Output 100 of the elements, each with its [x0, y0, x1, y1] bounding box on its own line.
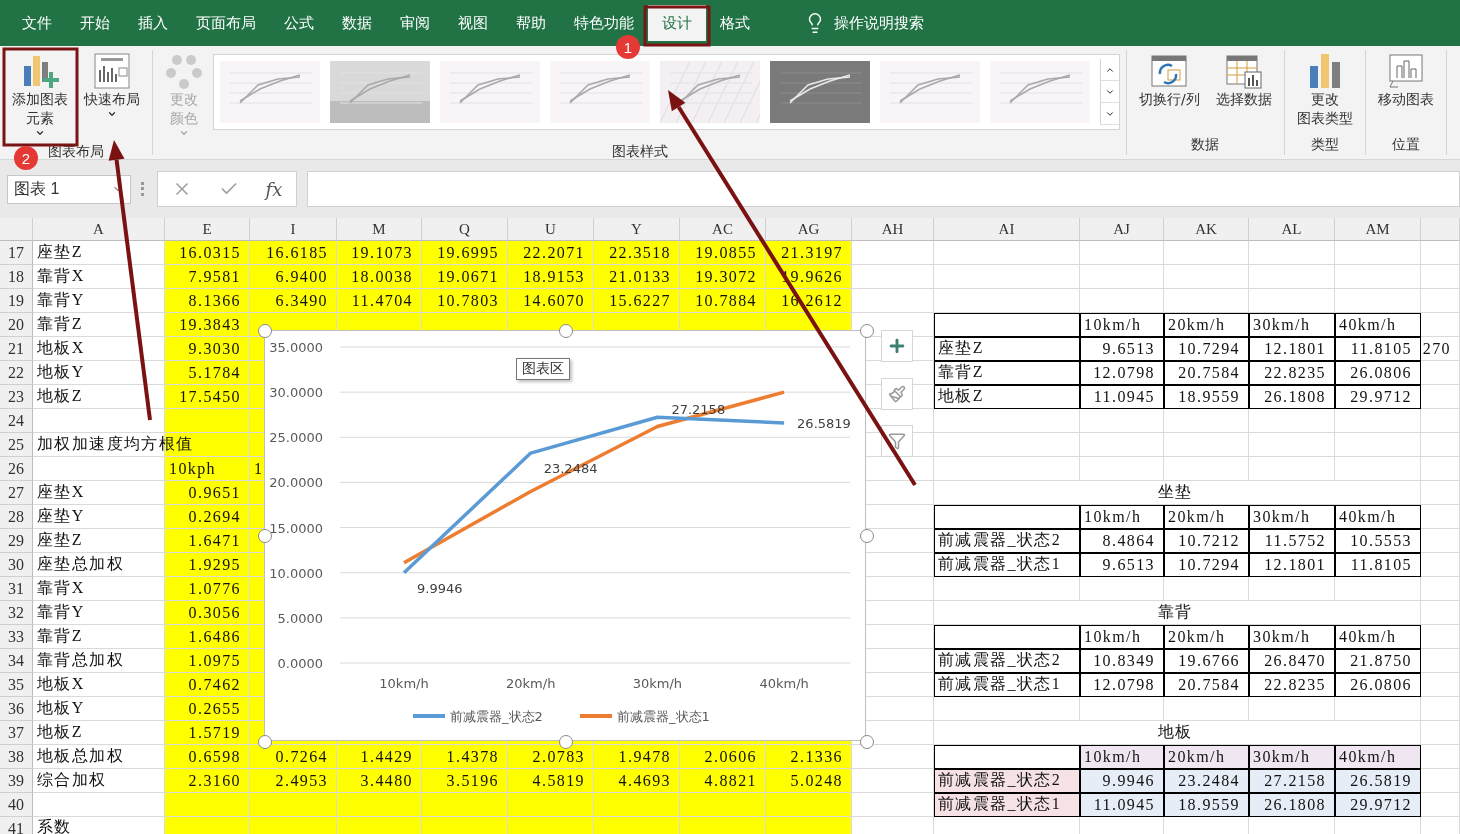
column-header[interactable]: AK	[1164, 218, 1249, 241]
row-number[interactable]: 36	[0, 697, 33, 721]
column-header[interactable]: Q	[422, 218, 508, 241]
select-all-button[interactable]	[0, 218, 33, 241]
ribbon-button[interactable]: 更改 图表类型	[1290, 50, 1359, 130]
name-box[interactable]: 图表 1	[7, 174, 131, 204]
ribbon-tab[interactable]: 审阅	[386, 5, 444, 41]
row-number[interactable]: 24	[0, 409, 33, 433]
table-cell: 0.2694	[165, 505, 250, 529]
column-header[interactable]	[1421, 218, 1460, 241]
column-header[interactable]: AG	[766, 218, 852, 241]
row-number[interactable]: 18	[0, 265, 33, 289]
row-number[interactable]: 31	[0, 577, 33, 601]
ribbon-tab[interactable]: 帮助	[502, 5, 560, 41]
row-number[interactable]: 19	[0, 289, 33, 313]
table-cell: 14.6070	[508, 289, 594, 313]
row-number[interactable]: 33	[0, 625, 33, 649]
ribbon-tab[interactable]: 页面布局	[182, 5, 270, 41]
row-number[interactable]: 20	[0, 313, 33, 337]
ribbon-button[interactable]: 移动图表	[1371, 50, 1440, 111]
table-cell: 1.5719	[165, 721, 250, 745]
table-cell: 靠背Z	[33, 625, 165, 649]
ribbon-tab[interactable]: 数据	[328, 5, 386, 41]
ribbon-tab[interactable]: 开始	[66, 5, 124, 41]
chart-style-thumbnail[interactable]	[770, 61, 870, 123]
table-cell: 地板X	[33, 673, 165, 697]
chart-elements-button[interactable]	[881, 330, 913, 362]
ribbon-button[interactable]: 快速布局	[78, 50, 146, 121]
row-number[interactable]: 21	[0, 337, 33, 361]
search-field[interactable]: 操作说明搜索	[834, 13, 924, 33]
table-cell: 17.5450	[165, 385, 250, 409]
column-header[interactable]: AC	[680, 218, 766, 241]
table-cell: 12.0798	[1080, 361, 1164, 385]
ribbon-tab[interactable]: 视图	[444, 5, 502, 41]
group-label: 类型	[1310, 135, 1339, 154]
table-cell: 11.8105	[1335, 553, 1421, 577]
ribbon-button[interactable]: 选择数据	[1209, 50, 1278, 111]
row-number[interactable]: 38	[0, 745, 33, 769]
insert-function-button[interactable]: fx	[265, 178, 283, 200]
row-number[interactable]: 29	[0, 529, 33, 553]
chart-style-thumbnail[interactable]	[990, 61, 1090, 123]
formula-input[interactable]	[307, 171, 1460, 207]
chart-style-thumbnail[interactable]	[880, 61, 980, 123]
column-header[interactable]: Y	[594, 218, 680, 241]
table-cell: 4.4693	[594, 769, 680, 793]
row-number[interactable]: 25	[0, 433, 33, 457]
table-cell: 18.9559	[1164, 793, 1249, 817]
table-cell: 10km/h	[1080, 505, 1164, 529]
chart-styles-button[interactable]	[881, 378, 913, 410]
table-cell: 40km/h	[1335, 505, 1421, 529]
chart-style-thumbnail[interactable]	[220, 61, 320, 123]
highlight-frame	[643, 5, 711, 47]
chart-style-thumbnail[interactable]	[330, 61, 430, 123]
ribbon-tab[interactable]: 文件	[8, 5, 66, 41]
row-number[interactable]: 22	[0, 361, 33, 385]
chart-style-thumbnail[interactable]	[550, 61, 650, 123]
column-header[interactable]: M	[337, 218, 422, 241]
row-number[interactable]: 23	[0, 385, 33, 409]
table-cell: 1.6471	[165, 529, 250, 553]
table-cell: 10km/h	[1080, 313, 1164, 337]
row-number[interactable]: 40	[0, 793, 33, 817]
row-number[interactable]: 17	[0, 241, 33, 265]
column-header[interactable]: AI	[934, 218, 1080, 241]
row-number[interactable]: 37	[0, 721, 33, 745]
column-header[interactable]: AM	[1335, 218, 1421, 241]
ribbon-button[interactable]: 添加图表 元素	[6, 50, 74, 140]
table-cell: 0.6598	[165, 745, 250, 769]
ribbon-tab[interactable]: 插入	[124, 5, 182, 41]
column-header[interactable]: AJ	[1080, 218, 1164, 241]
chart-style-thumbnail[interactable]	[440, 61, 540, 123]
row-number[interactable]: 26	[0, 457, 33, 481]
axis-label: 0.0000	[277, 656, 323, 671]
table-cell: 19.0855	[680, 241, 766, 265]
ribbon-tab[interactable]: 设计	[648, 5, 706, 41]
table-cell: 29.9712	[1335, 793, 1421, 817]
table-cell: 22.2071	[508, 241, 594, 265]
data-label: 26.5819	[797, 416, 851, 431]
column-header[interactable]: U	[508, 218, 594, 241]
column-header[interactable]: AH	[852, 218, 934, 241]
chart-style-thumbnail[interactable]	[660, 61, 760, 123]
column-header[interactable]: AL	[1249, 218, 1335, 241]
ribbon-tab[interactable]: 格式	[706, 5, 764, 41]
row-number[interactable]: 34	[0, 649, 33, 673]
table-cell: 19.3072	[680, 265, 766, 289]
column-header[interactable]: I	[250, 218, 337, 241]
column-header[interactable]: A	[33, 218, 165, 241]
table-cell: 12.1801	[1249, 553, 1335, 577]
row-number[interactable]: 27	[0, 481, 33, 505]
table-cell: 20.7584	[1164, 673, 1249, 697]
row-number[interactable]: 32	[0, 601, 33, 625]
row-number[interactable]: 39	[0, 769, 33, 793]
table-cell: 0.2655	[165, 697, 250, 721]
table-cell: 10.8349	[1080, 649, 1164, 673]
ribbon-tab[interactable]: 公式	[270, 5, 328, 41]
ribbon-button[interactable]: 切换行/列	[1133, 50, 1206, 111]
row-number[interactable]: 30	[0, 553, 33, 577]
row-number[interactable]: 35	[0, 673, 33, 697]
row-number[interactable]: 41	[0, 817, 33, 834]
row-number[interactable]: 28	[0, 505, 33, 529]
column-header[interactable]: E	[165, 218, 250, 241]
